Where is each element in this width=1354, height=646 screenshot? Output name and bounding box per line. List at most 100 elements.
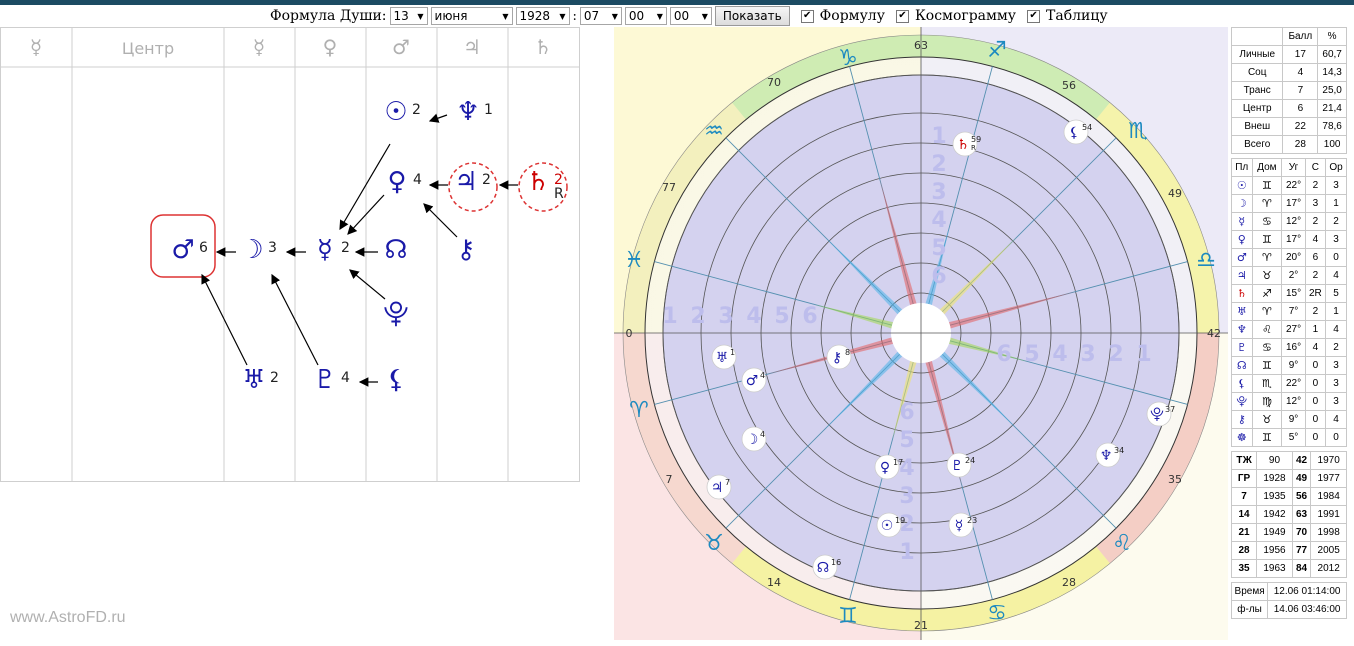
orbit-cell: 3	[1324, 374, 1348, 393]
second-select[interactable]: 00 ▼	[669, 7, 712, 25]
time-label: Время	[1230, 582, 1269, 601]
orbit-cell: 3	[1324, 356, 1348, 375]
ring-number: 4	[746, 304, 761, 329]
time-label: ф-лы	[1230, 600, 1269, 619]
show-button[interactable]: Показать	[714, 6, 790, 26]
mercury-glyph-icon: ☿	[317, 235, 333, 265]
gemini-icon: ♊	[838, 604, 858, 629]
neptune-node: ♆ 1	[456, 97, 493, 127]
degree-cell: 17°	[1281, 230, 1306, 249]
sagittarius-icon: ♐	[987, 38, 1007, 63]
mars-mark: ⚷ 8	[826, 344, 852, 370]
score-value: 6	[1282, 99, 1319, 118]
planet-symbol-icon: ♅	[1231, 302, 1253, 321]
birth-year: 1956	[1256, 541, 1293, 560]
table-checkbox[interactable]: ✔	[1027, 9, 1041, 23]
table-row: ♅ ♈ 7° 2 1	[1231, 302, 1348, 321]
grid-header-planet: ♄	[534, 35, 552, 59]
ring-number: 3	[931, 180, 946, 205]
orbit-cell: 2	[1324, 212, 1348, 231]
day-select[interactable]: 13 ▼	[389, 7, 428, 25]
age-label: 21	[1230, 523, 1258, 542]
libra-icon: ♎	[1196, 248, 1216, 273]
hour-select[interactable]: 07 ▼	[579, 7, 622, 25]
score-value: 7	[1282, 81, 1319, 100]
month-select[interactable]: июня ▼	[430, 7, 513, 25]
grid-header-planet: ♀	[323, 35, 338, 59]
strength-cell: 2	[1304, 302, 1326, 321]
house-sign-icon: ♉	[1251, 266, 1283, 285]
age-label: 28	[1230, 541, 1258, 560]
house-sign-icon: ♋	[1251, 212, 1283, 231]
house-sign-icon: ♐	[1251, 284, 1283, 303]
age-value: 70	[1291, 523, 1312, 542]
proserpina-node: ⯓	[383, 299, 408, 329]
minute-select[interactable]: 00 ▼	[624, 7, 667, 25]
table-row: Соц 4 14,3	[1230, 63, 1347, 82]
score-header-percent: %	[1317, 27, 1347, 46]
degree-label: 7	[666, 473, 673, 486]
grid-header-planet: ☿	[30, 35, 42, 59]
table-row: 21 1949 70 1998	[1230, 523, 1347, 542]
sun-glyph-icon: ☉	[384, 97, 407, 127]
ring-number: 6	[899, 400, 914, 425]
planet-degree: 7	[725, 478, 730, 487]
saturn-node: ♄ 2R	[526, 167, 564, 202]
moon-mark: ♂ 4	[741, 367, 767, 393]
degree-cell: 15°	[1281, 284, 1306, 303]
year-select[interactable]: 1928 ▼	[515, 7, 570, 25]
age-label: ГР	[1230, 469, 1258, 488]
score-label: Центр	[1230, 99, 1284, 118]
table-row: Транс 7 25,0	[1230, 81, 1347, 100]
ring-number: 5	[774, 304, 789, 329]
data-tables: Балл % Личные 17 60,7 Соц 4 14,3 Транс 7 25,0 …	[1230, 27, 1348, 623]
house-sign-icon: ♋	[1251, 338, 1283, 357]
table-checkbox-label: Таблицу	[1046, 8, 1108, 24]
degree-label: 70	[767, 76, 781, 89]
orbit-cell: 5	[1324, 284, 1348, 303]
planet-symbol-icon: ☿	[1231, 212, 1253, 231]
node-strength: 2	[482, 172, 491, 188]
score-percent: 21,4	[1317, 99, 1347, 118]
sun-icon: ☉	[881, 518, 894, 534]
table-row: ♃ ♉ 2° 2 4	[1231, 266, 1348, 285]
score-percent: 14,3	[1317, 63, 1347, 82]
planet-symbol-icon: ♀	[1231, 230, 1253, 249]
degree-cell: 22°	[1281, 374, 1306, 393]
table-row: ф-лы 14.06 03:46:00	[1230, 600, 1347, 619]
mars-glyph-icon: ♂	[171, 235, 194, 265]
saturn-icon: ♄	[957, 137, 970, 153]
table-row: ☿ ♋ 12° 2 2	[1231, 212, 1348, 231]
formula-checkbox[interactable]: ✔	[800, 9, 814, 23]
planet-degree: 17	[893, 458, 903, 467]
score-label: Соц	[1230, 63, 1284, 82]
node-strength: 1	[484, 102, 493, 118]
sun-node: ☉ 2	[384, 97, 421, 127]
table-row: 7 1935 56 1984	[1230, 487, 1347, 506]
age-label: 14	[1230, 505, 1258, 524]
degree-cell: 16°	[1281, 338, 1306, 357]
neptune-icon: ♆	[1100, 448, 1113, 464]
age-label: 35	[1230, 559, 1258, 578]
planet-degree: 37	[1165, 405, 1175, 414]
pluto-glyph-icon: ♇	[313, 365, 336, 395]
years-table: ТЖ 90 42 1970 ГР 1928 49 1977 7 1935 56 1984 14 1942 6…	[1230, 451, 1347, 578]
ring-number: 3	[1080, 342, 1095, 367]
table-row: Время 12.06 01:14:00	[1230, 582, 1347, 601]
table-row: ♀ ♊ 17° 4 3	[1231, 230, 1348, 249]
degree-label: 21	[914, 619, 928, 632]
orbit-cell: 2	[1324, 338, 1348, 357]
house-sign-icon: ♊	[1251, 356, 1283, 375]
planet-symbol-icon: ♃	[1231, 266, 1253, 285]
ring-number: 2	[931, 152, 946, 177]
cosmogram-checkbox[interactable]: ✔	[895, 9, 909, 23]
planet-symbol-icon: ☊	[1231, 356, 1253, 375]
orbit-cell: 4	[1324, 266, 1348, 285]
score-percent: 78,6	[1317, 117, 1347, 136]
chiron-glyph-icon: ⚷	[456, 235, 475, 265]
degree-label: 28	[1062, 576, 1076, 589]
table-row: 14 1942 63 1991	[1230, 505, 1347, 524]
retrograde-mark: R	[554, 186, 564, 202]
score-value: 22	[1282, 117, 1319, 136]
table-row: ☊ ♊ 9° 0 3	[1231, 356, 1348, 375]
